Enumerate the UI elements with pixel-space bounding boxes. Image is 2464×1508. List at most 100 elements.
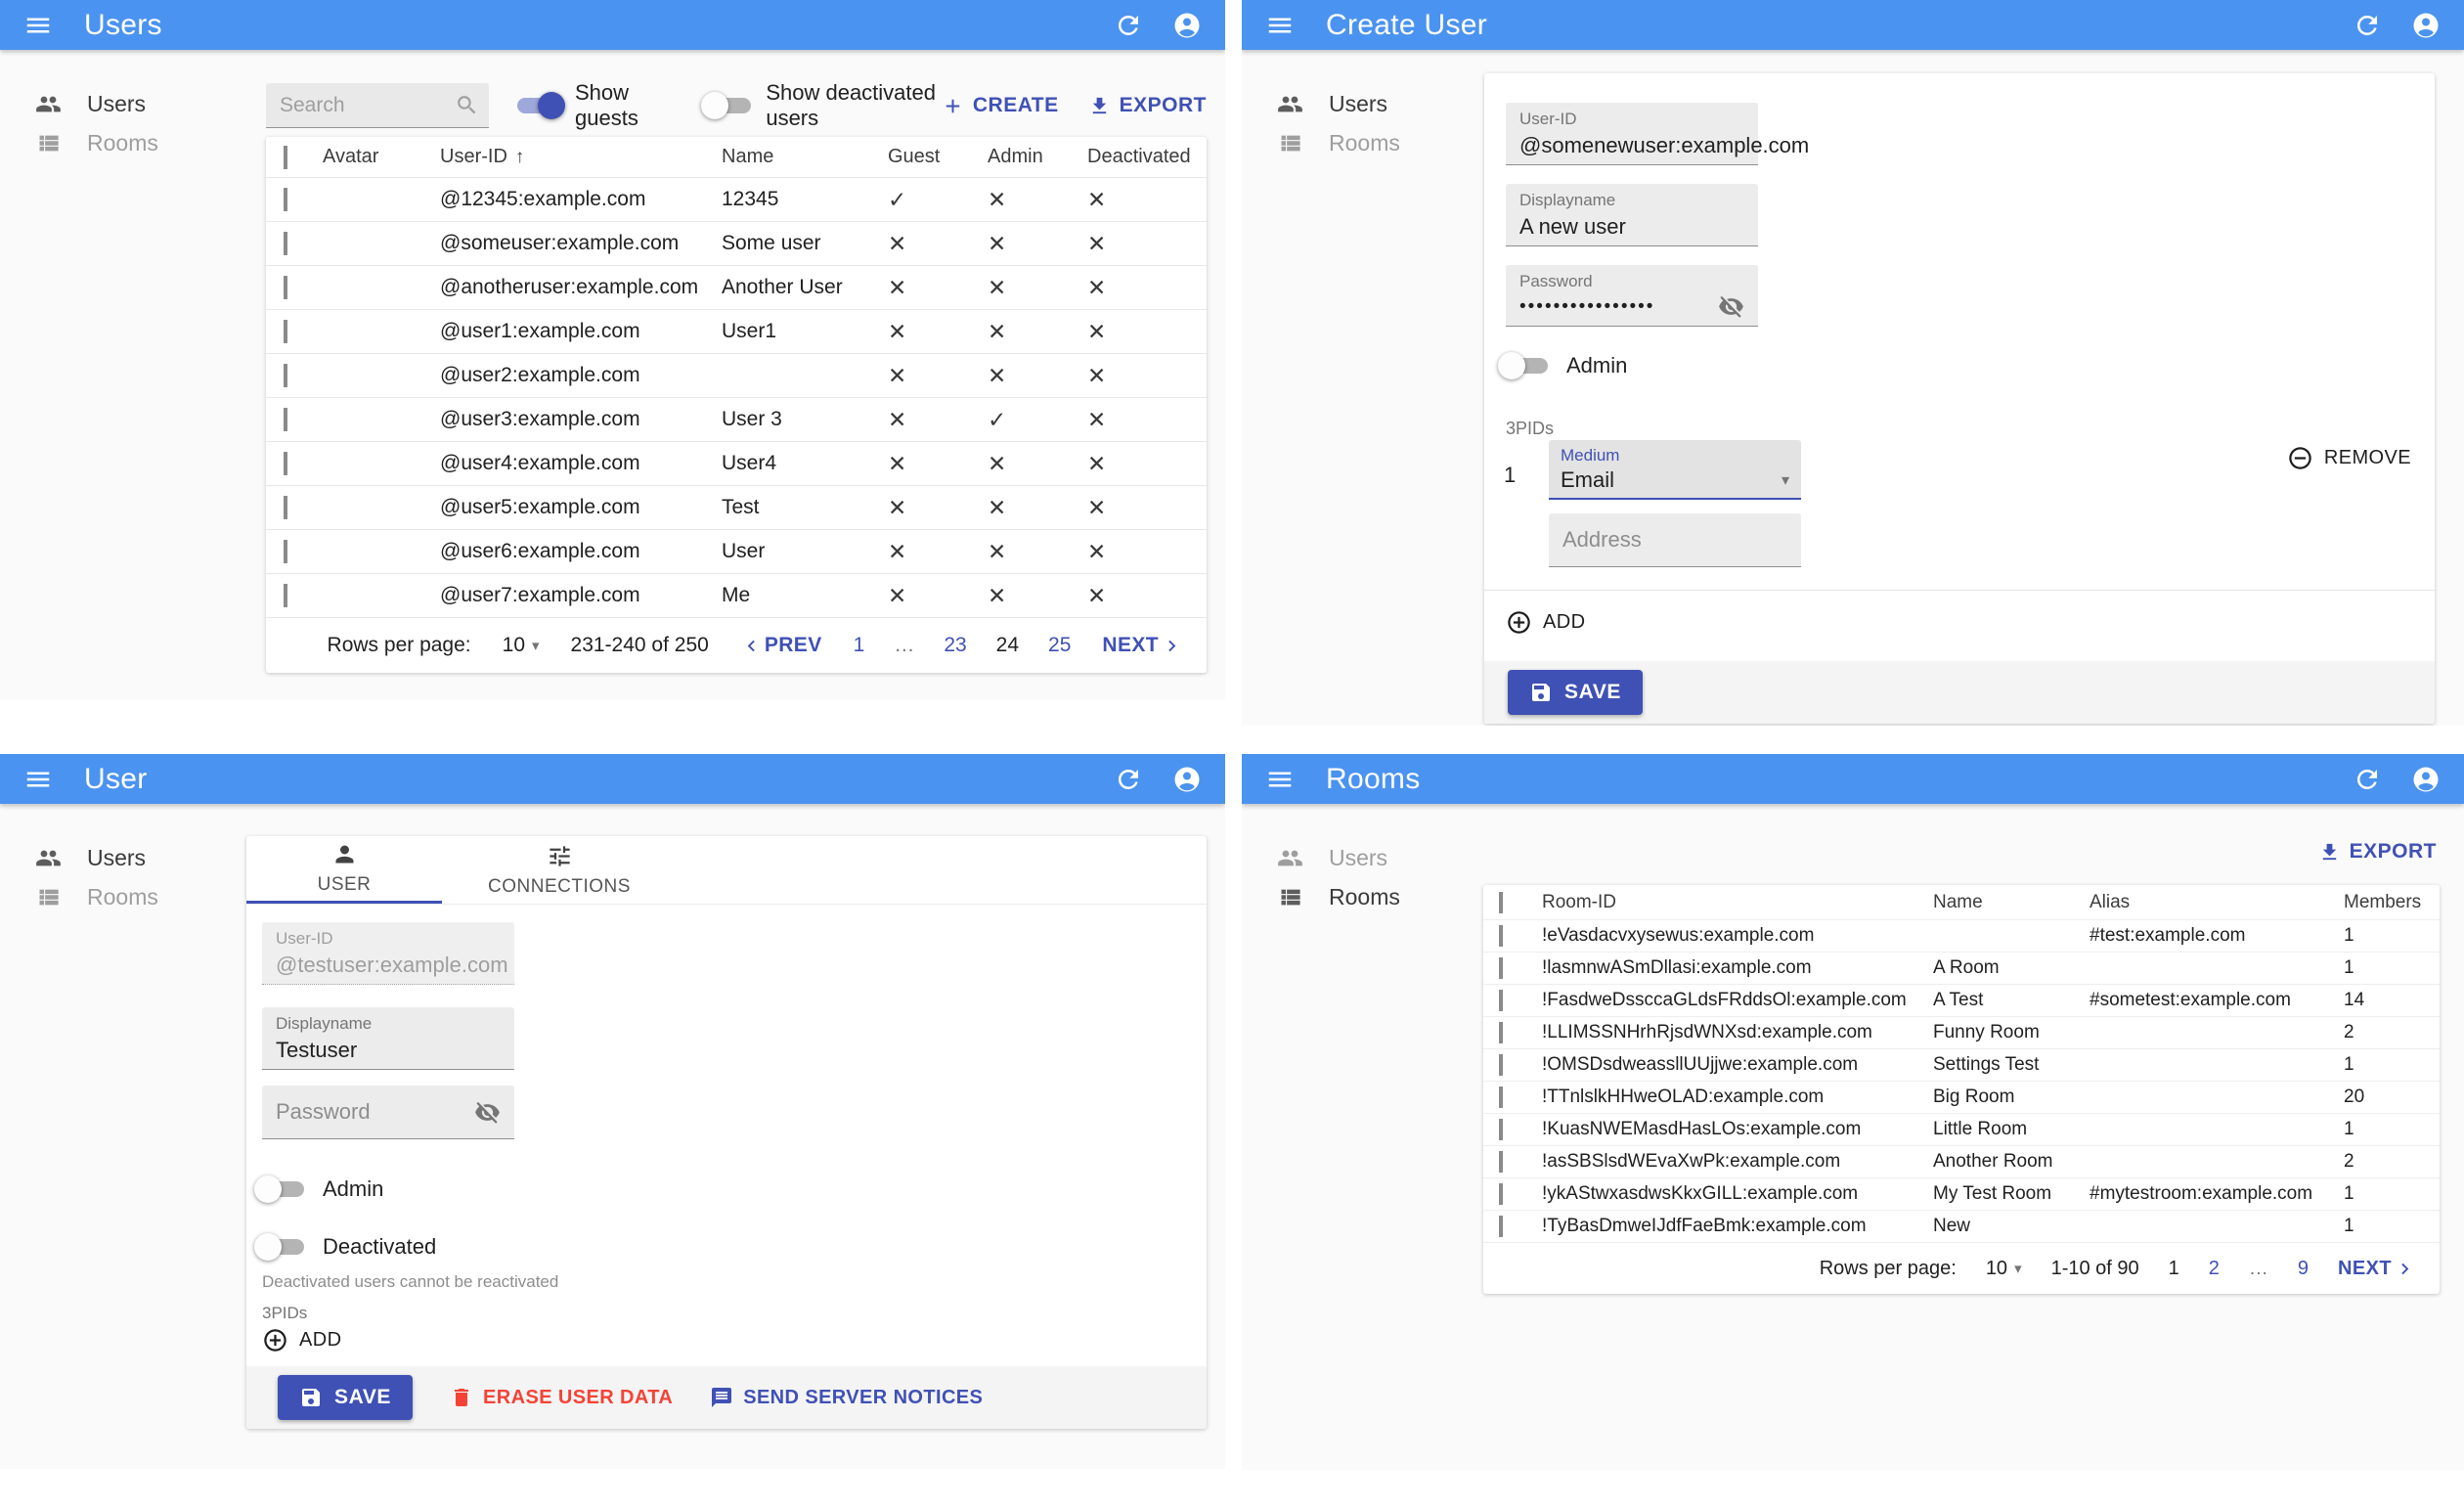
table-row[interactable]: !asSBSlsdWEvaXwPk:example.com Another Ro… bbox=[1483, 1146, 2440, 1178]
row-checkbox[interactable] bbox=[284, 584, 287, 607]
page-number[interactable]: 23 bbox=[944, 634, 966, 657]
address-field[interactable]: Address bbox=[1549, 513, 1801, 567]
page-number[interactable]: 1 bbox=[2169, 1258, 2179, 1280]
sidebar-item-users[interactable]: Users bbox=[1277, 838, 1492, 877]
row-checkbox[interactable] bbox=[284, 452, 287, 475]
row-checkbox[interactable] bbox=[284, 408, 287, 431]
row-checkbox[interactable] bbox=[284, 540, 287, 563]
row-checkbox[interactable] bbox=[284, 320, 287, 343]
save-button[interactable]: SAVE bbox=[1508, 670, 1644, 715]
show-deactivated-toggle[interactable] bbox=[701, 89, 758, 122]
visibility-off-icon[interactable] bbox=[1718, 293, 1744, 320]
row-checkbox[interactable] bbox=[284, 496, 287, 519]
sidebar-item-users[interactable]: Users bbox=[1277, 84, 1492, 123]
sidebar-item-users[interactable]: Users bbox=[35, 84, 250, 123]
row-checkbox[interactable] bbox=[1499, 925, 1503, 947]
table-row[interactable]: @user5:example.com Test ✕ ✕ ✕ bbox=[266, 486, 1207, 530]
account-icon[interactable] bbox=[2411, 11, 2441, 40]
create-button[interactable]: CREATE bbox=[942, 94, 1059, 117]
account-icon[interactable] bbox=[1172, 765, 1202, 794]
page-number[interactable]: 2 bbox=[2209, 1258, 2220, 1280]
send-server-notices-button[interactable]: SEND SERVER NOTICES bbox=[710, 1386, 983, 1409]
row-checkbox[interactable] bbox=[1499, 1183, 1503, 1205]
next-page-button[interactable]: NEXT bbox=[2338, 1258, 2416, 1280]
tab-user[interactable]: USER bbox=[246, 836, 442, 904]
add-threepid-button[interactable]: ADD bbox=[1506, 609, 1585, 636]
menu-icon[interactable] bbox=[23, 765, 53, 794]
row-checkbox[interactable] bbox=[284, 232, 287, 255]
account-icon[interactable] bbox=[1172, 11, 1202, 40]
deactivated-toggle[interactable] bbox=[254, 1230, 311, 1264]
table-row[interactable]: @anotheruser:example.com Another User ✕ … bbox=[266, 266, 1207, 310]
displayname-field[interactable]: Displayname A new user bbox=[1506, 184, 1758, 246]
table-row[interactable]: @user7:example.com Me ✕ ✕ ✕ bbox=[266, 574, 1207, 618]
sidebar-item-rooms[interactable]: Rooms bbox=[35, 123, 250, 162]
select-all-checkbox[interactable] bbox=[1499, 891, 1503, 913]
refresh-icon[interactable] bbox=[1114, 765, 1143, 794]
table-row[interactable]: @user3:example.com User 3 ✕ ✓ ✕ bbox=[266, 398, 1207, 442]
admin-toggle[interactable] bbox=[254, 1173, 311, 1206]
table-row[interactable]: @user4:example.com User4 ✕ ✕ ✕ bbox=[266, 442, 1207, 486]
erase-user-data-button[interactable]: ERASE USER DATA bbox=[450, 1386, 673, 1409]
remove-threepid-button[interactable]: REMOVE bbox=[2287, 445, 2411, 471]
menu-icon[interactable] bbox=[23, 11, 53, 40]
refresh-icon[interactable] bbox=[2353, 11, 2382, 40]
row-checkbox[interactable] bbox=[1499, 1054, 1503, 1076]
admin-toggle[interactable] bbox=[1498, 349, 1555, 382]
sidebar-item-rooms[interactable]: Rooms bbox=[1277, 123, 1492, 162]
page-number[interactable]: 24 bbox=[996, 634, 1019, 657]
page-number[interactable]: 25 bbox=[1048, 634, 1071, 657]
sidebar-item-rooms[interactable]: Rooms bbox=[35, 877, 250, 916]
table-row[interactable]: @user1:example.com User1 ✕ ✕ ✕ bbox=[266, 310, 1207, 354]
rows-per-page-select[interactable]: 10 ▾ bbox=[503, 634, 540, 657]
page-number[interactable]: 9 bbox=[2298, 1258, 2309, 1280]
table-row[interactable]: !TTnlslkHHweOLAD:example.com Big Room 20 bbox=[1483, 1082, 2440, 1114]
add-threepid-button[interactable]: ADD bbox=[262, 1327, 341, 1353]
table-row[interactable]: !TyBasDmweIJdfFaeBmk:example.com New 1 bbox=[1483, 1211, 2440, 1243]
page-number[interactable]: 1 bbox=[854, 634, 865, 657]
table-row[interactable]: !KuasNWEMasdHasLOs:example.com Little Ro… bbox=[1483, 1114, 2440, 1146]
next-page-button[interactable]: NEXT bbox=[1102, 634, 1183, 657]
sidebar-item-users[interactable]: Users bbox=[35, 838, 250, 877]
show-guests-toggle[interactable] bbox=[510, 89, 567, 122]
table-row[interactable]: !eVasdacvxysewus:example.com #test:examp… bbox=[1483, 920, 2440, 953]
tab-connections[interactable]: CONNECTIONS bbox=[442, 836, 677, 904]
row-checkbox[interactable] bbox=[1499, 957, 1503, 979]
menu-icon[interactable] bbox=[1265, 765, 1295, 794]
refresh-icon[interactable] bbox=[2353, 765, 2382, 794]
save-button[interactable]: SAVE bbox=[278, 1375, 414, 1420]
row-checkbox[interactable] bbox=[1499, 1151, 1503, 1173]
medium-select[interactable]: Medium Email ▾ bbox=[1549, 440, 1801, 500]
account-icon[interactable] bbox=[2411, 765, 2441, 794]
header-user-id[interactable]: User-ID ↑ bbox=[432, 146, 714, 168]
menu-icon[interactable] bbox=[1265, 11, 1295, 40]
table-row[interactable]: !lasmnwASmDllasi:example.com A Room 1 bbox=[1483, 953, 2440, 985]
sidebar-item-rooms[interactable]: Rooms bbox=[1277, 877, 1492, 916]
table-row[interactable]: @12345:example.com 12345 ✓ ✕ ✕ bbox=[266, 178, 1207, 222]
row-checkbox[interactable] bbox=[1499, 1087, 1503, 1108]
user-id-field[interactable]: User-ID @somenewuser:example.com bbox=[1506, 103, 1809, 165]
table-row[interactable]: @user2:example.com ✕ ✕ ✕ bbox=[266, 354, 1207, 398]
row-checkbox[interactable] bbox=[284, 276, 287, 299]
row-checkbox[interactable] bbox=[1499, 990, 1503, 1011]
search-input[interactable] bbox=[280, 93, 455, 117]
refresh-icon[interactable] bbox=[1114, 11, 1143, 40]
row-checkbox[interactable] bbox=[1499, 1022, 1503, 1043]
row-checkbox[interactable] bbox=[284, 188, 287, 211]
export-button[interactable]: EXPORT bbox=[1088, 94, 1207, 117]
password-field[interactable]: Password •••••••••••••••• bbox=[1506, 265, 1758, 327]
row-checkbox[interactable] bbox=[284, 364, 287, 387]
row-checkbox[interactable] bbox=[1499, 1119, 1503, 1140]
prev-page-button[interactable]: PREV bbox=[740, 634, 822, 657]
export-button[interactable]: EXPORT bbox=[2318, 840, 2437, 864]
select-all-checkbox[interactable] bbox=[284, 145, 287, 169]
table-row[interactable]: !ykAStwxasdwsKkxGILL:example.com My Test… bbox=[1483, 1178, 2440, 1211]
table-row[interactable]: @user6:example.com User ✕ ✕ ✕ bbox=[266, 530, 1207, 574]
visibility-off-icon[interactable] bbox=[474, 1099, 501, 1126]
table-row[interactable]: !FasdweDssccaGLdsFRddsOl:example.com A T… bbox=[1483, 985, 2440, 1017]
rows-per-page-select[interactable]: 10 ▾ bbox=[1986, 1258, 2022, 1280]
table-row[interactable]: !LLIMSSNHrhRjsdWNXsd:example.com Funny R… bbox=[1483, 1017, 2440, 1049]
table-row[interactable]: @someuser:example.com Some user ✕ ✕ ✕ bbox=[266, 222, 1207, 266]
displayname-field[interactable]: Displayname Testuser bbox=[262, 1007, 514, 1070]
table-row[interactable]: !OMSDsdweassllUUjjwe:example.com Setting… bbox=[1483, 1049, 2440, 1082]
